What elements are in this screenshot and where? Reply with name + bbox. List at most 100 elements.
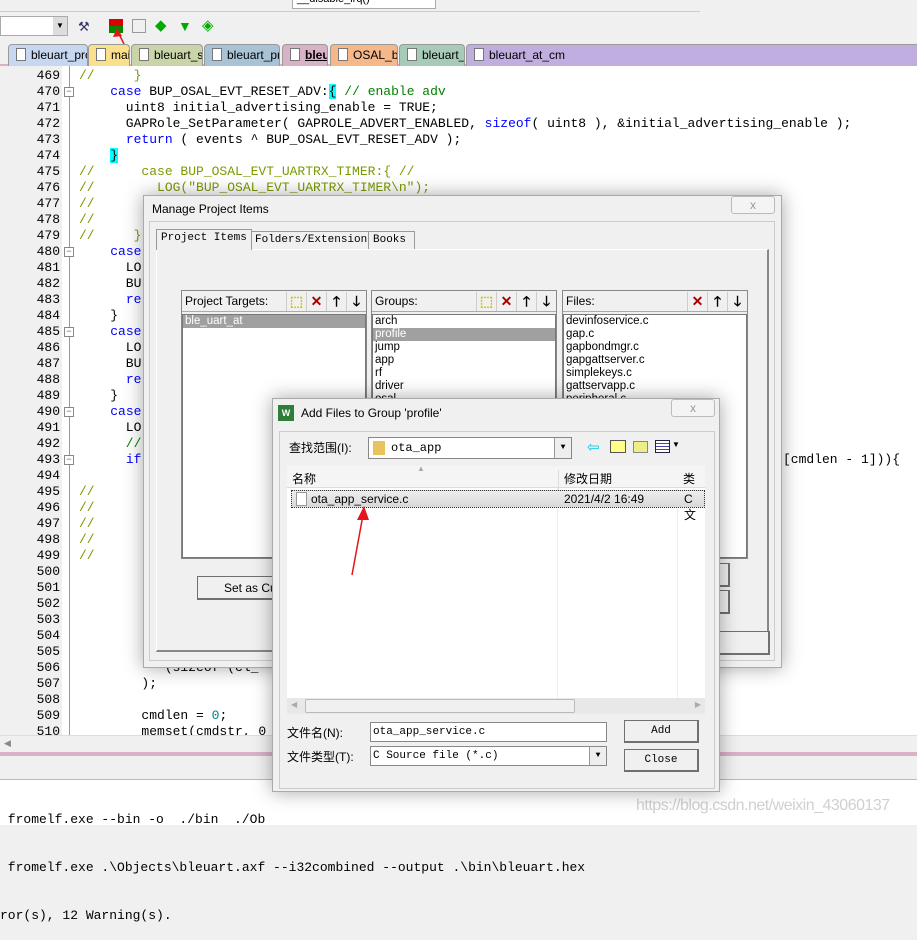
- move-down-icon[interactable]: 🡓: [536, 292, 556, 311]
- code-token: //: [79, 532, 95, 547]
- code-token: );: [79, 676, 158, 691]
- pack-installer-icon[interactable]: ◆: [155, 18, 169, 33]
- line-number: 492: [36, 436, 60, 451]
- wand-icon[interactable]: ⚒: [78, 19, 92, 34]
- code-token: LO: [79, 340, 142, 355]
- fold-toggle-icon[interactable]: −: [64, 407, 74, 417]
- code-line: BU: [79, 276, 142, 292]
- chevron-down-icon[interactable]: ▼: [672, 440, 680, 449]
- code-line: //: [79, 516, 95, 532]
- function-combo[interactable]: __disable_irq(): [292, 0, 436, 9]
- delete-icon[interactable]: ✕: [687, 292, 707, 311]
- scroll-left-icon[interactable]: ◀: [291, 700, 297, 709]
- new-folder-icon[interactable]: [633, 441, 648, 453]
- output-line: fromelf.exe .\Objects\bleuart.axf --i32c…: [0, 860, 586, 875]
- list-item[interactable]: ble_uart_at: [183, 315, 365, 328]
- tab-bleuart-at-cm[interactable]: bleuart_at_cm: [466, 44, 917, 66]
- code-token: sizeof: [484, 116, 532, 131]
- list-item[interactable]: driver: [373, 380, 555, 393]
- list-item[interactable]: arch: [373, 315, 555, 328]
- close-dialog-button[interactable]: Close: [624, 749, 699, 772]
- list-item[interactable]: jump: [373, 341, 555, 354]
- tab-bleuart-protocol-h[interactable]: bleuart_protocol.h: [8, 44, 88, 66]
- back-icon[interactable]: ⇦: [587, 438, 600, 456]
- fold-toggle-icon[interactable]: −: [64, 247, 74, 257]
- move-up-icon[interactable]: 🡑: [707, 292, 727, 311]
- file-list[interactable]: 名称 ▲ 修改日期 类型 ota_app_service.c 2021/4/2 …: [287, 466, 705, 714]
- components-icon[interactable]: ◈: [202, 18, 216, 33]
- fold-toggle-icon[interactable]: −: [64, 455, 74, 465]
- code-token: LO: [79, 420, 142, 435]
- filetype-select[interactable]: C Source file (*.c) ▼: [370, 746, 607, 766]
- list-item[interactable]: devinfoservice.c: [564, 315, 746, 328]
- chevron-down-icon[interactable]: ▼: [589, 747, 606, 765]
- code-token: if: [125, 452, 142, 467]
- delete-icon[interactable]: ✕: [306, 292, 326, 311]
- list-item[interactable]: gapbondmgr.c: [564, 341, 746, 354]
- delete-icon[interactable]: ✕: [496, 292, 516, 311]
- code-line: re: [79, 372, 142, 388]
- scroll-left-icon[interactable]: ◀: [4, 738, 11, 749]
- tab-bleuart-c[interactable]: bleuart.c: [282, 44, 328, 66]
- filename-input[interactable]: ota_app_service.c: [370, 722, 607, 742]
- code-token: }: [110, 148, 119, 163]
- list-item[interactable]: gapgattserver.c: [564, 354, 746, 367]
- code-token: ( uint8 ), &initial_advertising_enable )…: [531, 116, 852, 131]
- move-down-icon[interactable]: 🡓: [346, 292, 366, 311]
- fold-toggle-icon[interactable]: −: [64, 87, 74, 97]
- file-icon: [290, 48, 300, 61]
- code-token: BU: [79, 276, 142, 291]
- code-token: case: [110, 404, 142, 419]
- add-button[interactable]: Add: [624, 720, 699, 743]
- file-icon: [139, 48, 149, 61]
- fold-toggle-icon[interactable]: −: [64, 327, 74, 337]
- new-icon[interactable]: ⬚: [286, 292, 306, 311]
- code-line: //: [79, 548, 95, 564]
- tab-folders-extensions[interactable]: Folders/Extensions: [250, 231, 379, 249]
- tab-bleuart-main-c[interactable]: bleuart_Main.c: [399, 44, 465, 66]
- filter-icon[interactable]: ▼: [178, 19, 192, 33]
- uvision-logo-icon: W: [278, 405, 294, 421]
- code-token: // LOG("BUP_OSAL_EVT_UARTRX_TIMER\n");: [79, 180, 431, 195]
- fold-line: [69, 66, 70, 735]
- view-menu-icon[interactable]: [655, 440, 670, 453]
- filename-label: 文件名(N):: [287, 726, 343, 740]
- tab-main-c[interactable]: main.c: [88, 44, 130, 66]
- list-item[interactable]: simplekeys.c: [564, 367, 746, 380]
- column-date[interactable]: 修改日期: [558, 470, 612, 490]
- tab-bleuart-protocol-c[interactable]: bleuart_protocol.c: [204, 44, 280, 66]
- move-up-icon[interactable]: 🡑: [516, 292, 536, 311]
- column-name[interactable]: 名称: [292, 470, 316, 487]
- line-number: 501: [36, 580, 60, 595]
- scroll-thumb[interactable]: [305, 699, 575, 713]
- chevron-down-icon[interactable]: ▼: [554, 438, 571, 458]
- file-row[interactable]: ota_app_service.c 2021/4/2 16:49 C 文: [291, 490, 705, 522]
- list-item[interactable]: app: [373, 354, 555, 367]
- dialog-body: 查找范围(I): ota_app ▼ ⇦ ▼ 名称 ▲ 修改日期 类型 ota_…: [279, 431, 715, 789]
- file-list-horizontal-scrollbar[interactable]: ◀ ▶: [287, 698, 705, 714]
- target-combo[interactable]: ▼: [0, 16, 68, 36]
- tab-bleuart-service-c[interactable]: bleuart_service.c: [131, 44, 203, 66]
- list-item[interactable]: profile: [373, 328, 555, 341]
- tab-osal-bleuart-c[interactable]: OSAL_bleuart.c: [330, 44, 398, 66]
- new-icon[interactable]: ⬚: [476, 292, 496, 311]
- select-packs-icon[interactable]: [132, 19, 146, 33]
- list-item[interactable]: gap.c: [564, 328, 746, 341]
- up-folder-icon[interactable]: [610, 440, 626, 453]
- code-line-tail: [cmdlen - 1])){: [783, 452, 901, 467]
- move-up-icon[interactable]: 🡑: [326, 292, 346, 311]
- code-line: case: [79, 324, 141, 340]
- move-down-icon[interactable]: 🡓: [727, 292, 747, 311]
- scroll-right-icon[interactable]: ▶: [695, 700, 701, 709]
- manage-project-items-icon[interactable]: [109, 19, 123, 33]
- add-files-dialog: W Add Files to Group 'profile' x 查找范围(I)…: [272, 398, 720, 792]
- tab-books[interactable]: Books: [368, 231, 415, 249]
- list-item[interactable]: gattservapp.c: [564, 380, 746, 393]
- tab-project-items[interactable]: Project Items: [156, 229, 252, 250]
- close-button[interactable]: x: [731, 196, 775, 214]
- list-item[interactable]: rf: [373, 367, 555, 380]
- line-number: 503: [36, 612, 60, 627]
- close-button[interactable]: x: [671, 399, 715, 417]
- chevron-down-icon: ▼: [53, 17, 67, 35]
- look-in-combo[interactable]: ota_app ▼: [368, 437, 572, 459]
